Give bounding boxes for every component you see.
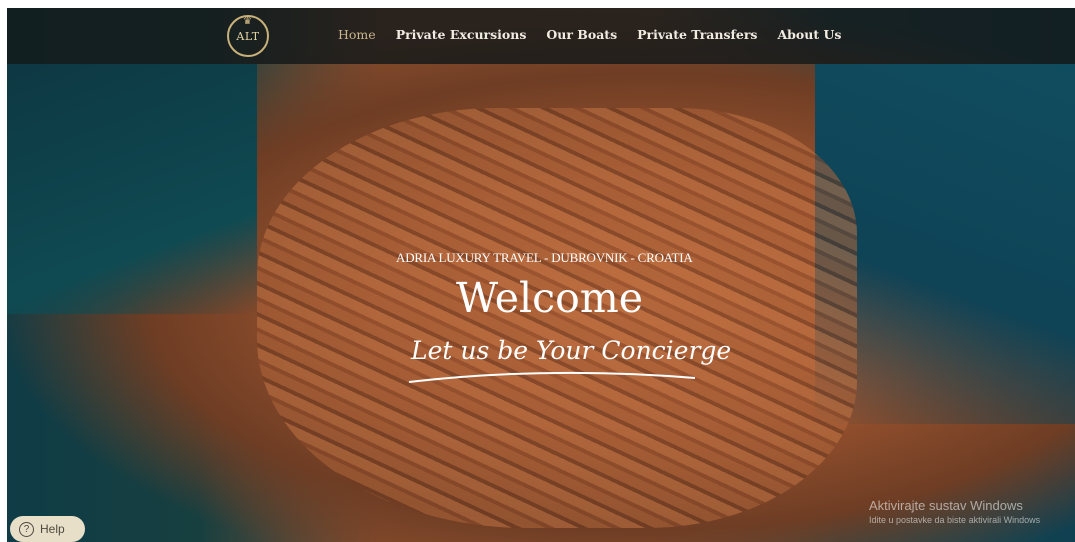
nav-private-excursions[interactable]: Private Excursions bbox=[396, 27, 527, 42]
hero-background-image: ♛ ALT Home Private Excursions Our Boats … bbox=[7, 8, 1075, 542]
logo-text: ALT bbox=[236, 29, 260, 43]
watermark-title: Aktivirajte sustav Windows bbox=[869, 498, 1023, 513]
crown-icon: ♛ bbox=[243, 16, 253, 27]
help-button[interactable]: ? Help bbox=[10, 516, 85, 542]
nav-our-boats[interactable]: Our Boats bbox=[546, 27, 617, 42]
windows-activation-watermark: Aktivirajte sustav Windows Idite u posta… bbox=[869, 498, 1040, 525]
watermark-subtitle: Idite u postavke da biste aktivirali Win… bbox=[869, 515, 1041, 525]
question-icon: ? bbox=[19, 521, 34, 537]
hero-tagline: ADRIA LUXURY TRAVEL - DUBROVNIK - CROATI… bbox=[396, 250, 693, 265]
nav-private-transfers[interactable]: Private Transfers bbox=[637, 27, 757, 42]
subtitle-underline bbox=[408, 371, 696, 383]
sea-left bbox=[7, 64, 257, 314]
main-nav: Home Private Excursions Our Boats Privat… bbox=[338, 27, 861, 42]
hero-title: Welcome bbox=[456, 274, 643, 322]
help-label: Help bbox=[40, 522, 65, 536]
nav-about-us[interactable]: About Us bbox=[777, 27, 841, 42]
site-logo[interactable]: ♛ ALT bbox=[227, 15, 269, 57]
top-navbar: ♛ ALT Home Private Excursions Our Boats … bbox=[7, 8, 1075, 64]
hero-subtitle: Let us be Your Concierge bbox=[411, 336, 732, 365]
nav-home[interactable]: Home bbox=[338, 27, 376, 42]
